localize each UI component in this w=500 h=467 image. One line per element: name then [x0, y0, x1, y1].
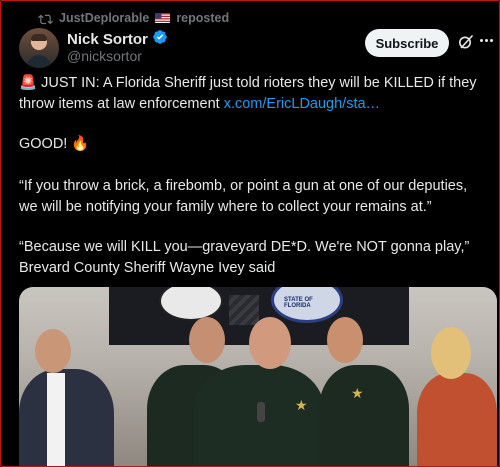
author-name[interactable]: Nick Sortor — [67, 31, 148, 48]
siren-emoji: 🚨 — [19, 75, 38, 91]
fire-emoji: 🔥 — [71, 136, 90, 152]
microphone — [257, 402, 265, 422]
repost-icon — [38, 12, 53, 25]
post-link[interactable]: x.com/EricLDaugh/sta… — [224, 96, 380, 112]
author-name-row[interactable]: Nick Sortor — [67, 29, 168, 49]
post-paragraph-2: GOOD! 🔥 — [19, 136, 90, 152]
us-flag-icon — [155, 13, 171, 23]
grok-icon[interactable] — [457, 33, 475, 51]
repost-action: reposted — [176, 11, 230, 25]
subscribe-button[interactable]: Subscribe — [365, 29, 449, 57]
repost-header[interactable]: JustDeplorable reposted — [38, 10, 229, 26]
more-icon[interactable] — [480, 39, 493, 42]
post-paragraph-4: “Because we will KILL you—graveyard DE*D… — [19, 239, 470, 276]
post-paragraph-1: 🚨 JUST IN: A Florida Sheriff just told r… — [19, 75, 477, 112]
author-handle[interactable]: @nicksortor — [67, 48, 142, 64]
post-media-image[interactable]: STATE OF FLORIDA ★ ★ — [19, 287, 497, 466]
repost-user[interactable]: JustDeplorable — [59, 11, 149, 25]
avatar[interactable] — [19, 28, 59, 68]
verified-badge-icon — [152, 29, 168, 49]
post-paragraph-3: “If you throw a brick, a firebomb, or po… — [19, 178, 468, 215]
post-card: JustDeplorable reposted Nick Sortor @nic… — [0, 0, 500, 467]
